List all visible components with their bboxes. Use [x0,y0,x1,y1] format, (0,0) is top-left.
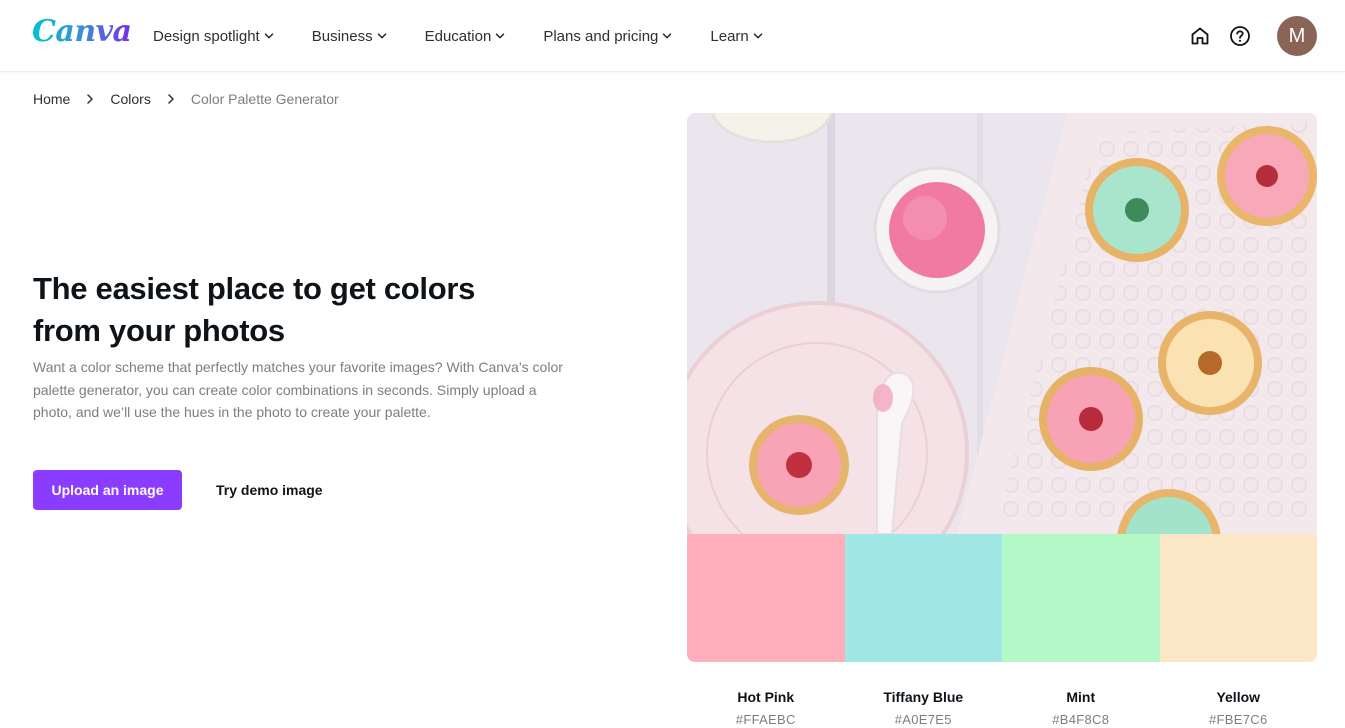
home-icon [1191,27,1209,45]
chevron-down-icon [264,33,273,39]
nav-label: Business [311,27,373,45]
color-hex[interactable]: #FBE7C6 [1160,712,1318,727]
palette-label: Yellow #FBE7C6 [1160,688,1318,727]
home-button[interactable] [1187,23,1213,49]
color-hex[interactable]: #A0E7E5 [845,712,1003,727]
try-demo-image-button[interactable]: Try demo image [200,470,339,510]
palette-label: Mint #B4F8C8 [1002,688,1160,727]
breadcrumb-colors[interactable]: Colors [110,91,150,107]
breadcrumb-home[interactable]: Home [33,91,70,107]
user-avatar[interactable]: M [1277,16,1317,56]
top-header: Canva Design spotlight Business Educatio… [0,0,1345,72]
color-name: Yellow [1216,689,1261,705]
nav-learn[interactable]: Learn [710,27,763,45]
swatch-mint[interactable] [1002,534,1160,662]
main-nav: Design spotlight Business Education Plan… [153,0,801,72]
canva-logo[interactable]: Canva [32,14,132,49]
swatch-tiffany-blue[interactable] [844,534,1002,662]
swatch-hot-pink[interactable] [687,534,845,662]
chevron-down-icon [753,33,763,39]
help-icon [1230,26,1250,46]
help-button[interactable] [1227,23,1253,49]
swatch-yellow[interactable] [1159,534,1317,662]
nav-design-spotlight[interactable]: Design spotlight [153,28,274,45]
page-title-line-2: from your photos [33,313,285,348]
demo-photo [687,113,1317,534]
page-title: The easiest place to get colors from you… [33,268,593,352]
nav-business[interactable]: Business [312,28,387,45]
chevron-right-icon [168,94,174,104]
nav-education[interactable]: Education [425,28,506,45]
nav-plans-and-pricing[interactable]: Plans and pricing [543,28,672,45]
color-hex[interactable]: #FFAEBC [687,712,845,727]
chevron-down-icon [496,33,505,39]
nav-label: Education [424,27,492,45]
nav-label: Plans and pricing [543,27,659,45]
page-description: Want a color scheme that perfectly match… [33,359,563,420]
chevron-down-icon [663,33,672,39]
palette-card [687,113,1317,662]
palette-label: Hot Pink #FFAEBC [687,688,845,727]
nav-label: Learn [710,27,749,45]
page-title-line-1: The easiest place to get colors [33,271,476,306]
breadcrumb: Home Colors Color Palette Generator [33,91,339,107]
header-actions: M [1187,16,1317,56]
chevron-right-icon [87,94,94,104]
upload-image-button[interactable]: Upload an image [33,470,182,510]
palette-label: Tiffany Blue #A0E7E5 [845,688,1003,727]
color-name: Tiffany Blue [883,689,964,705]
breadcrumb-current: Color Palette Generator [190,91,339,107]
nav-label: Design spotlight [153,27,260,45]
chevron-down-icon [377,33,386,39]
palette-swatches [687,534,1317,662]
color-name: Hot Pink [737,689,795,705]
color-name: Mint [1066,689,1096,705]
palette-labels: Hot Pink #FFAEBC Tiffany Blue #A0E7E5 Mi… [687,688,1317,727]
color-hex[interactable]: #B4F8C8 [1002,712,1160,727]
